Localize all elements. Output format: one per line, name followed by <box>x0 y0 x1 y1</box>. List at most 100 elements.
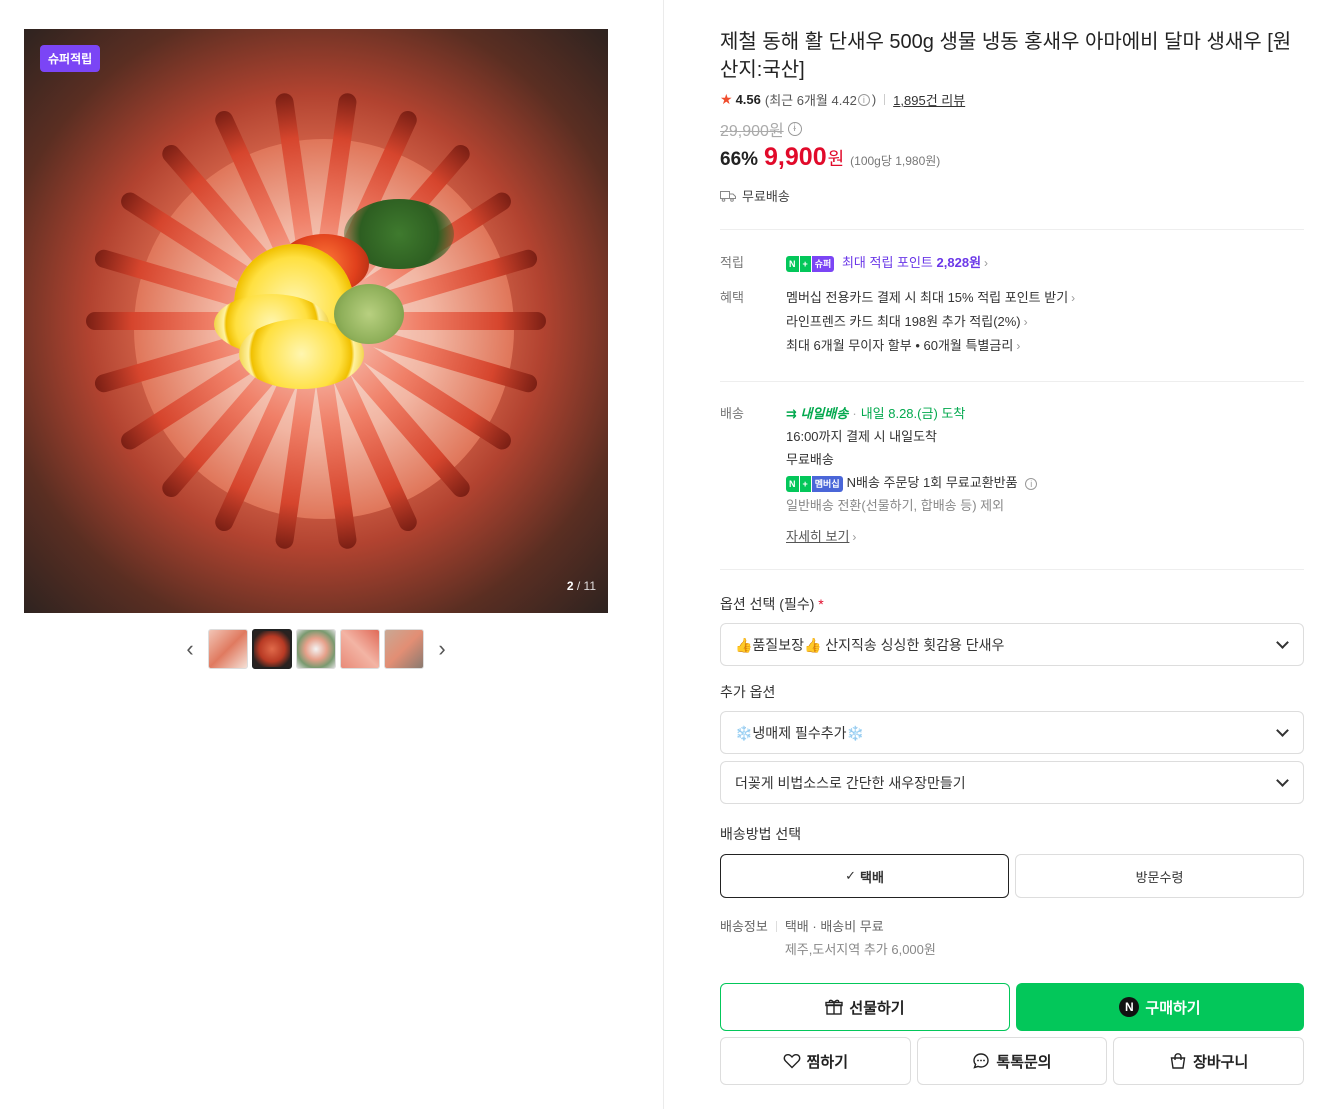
additional-option-value: ❄️냉매제 필수추가❄️ <box>735 724 864 741</box>
chevron-left-icon[interactable]: ‹ <box>176 629 204 669</box>
benefit-item[interactable]: 멤버십 전용카드 결제 시 최대 15% 적립 포인트 받기 › <box>786 286 1075 310</box>
shipping-info-label: 배송정보 <box>720 919 768 934</box>
thumbnail[interactable] <box>296 629 336 669</box>
truck-icon <box>720 190 736 202</box>
original-price: 29,900원 i <box>720 117 1304 141</box>
delivery-cutoff: 16:00까지 결제 시 내일도착 <box>786 429 938 444</box>
additional-option-label: 추가 옵션 <box>720 684 776 700</box>
unit-price: (100g당 1,980원) <box>850 154 941 168</box>
free-shipping-text: 무료배송 <box>742 189 790 204</box>
required-option-label: 옵션 선택 (필수) * <box>720 596 824 612</box>
benefit-item[interactable]: 최대 6개월 무이자 할부 • 60개월 특별금리 › <box>786 334 1075 358</box>
original-price-value: 29,900원 <box>720 123 784 140</box>
info-icon[interactable]: i <box>1025 478 1038 490</box>
required-option-select[interactable]: 👍품질보장👍 산지직송 싱싱한 횟감용 단새우 <box>720 623 1304 666</box>
shipping-method-label: 배송방법 선택 <box>720 826 802 842</box>
product-title: 제철 동해 활 단새우 500g 생물 냉동 홍새우 아마에비 달마 생새우 [… <box>720 31 1292 81</box>
column-divider <box>663 0 664 1109</box>
wishlist-button[interactable]: 찜하기 <box>720 1037 911 1085</box>
delivery-free: 무료배송 <box>786 452 834 467</box>
main-product-image[interactable]: 슈퍼적립 2 / 11 <box>24 29 608 613</box>
required-option-value: 👍품질보장👍 산지직송 싱싱한 횟감용 단새우 <box>735 636 1005 653</box>
chat-bubble-icon <box>973 1053 990 1069</box>
talk-inquiry-button[interactable]: 톡톡문의 <box>916 1037 1108 1085</box>
tomorrow-delivery-badge: ⇉ 내일배송 <box>786 406 849 421</box>
shipping-info: 배송정보 택배 · 배송비 무료 제주,도서지역 추가 6,000원 <box>720 915 1304 961</box>
chevron-down-icon <box>1276 723 1289 737</box>
chevron-right-icon: › <box>1071 291 1076 305</box>
chevron-right-icon: › <box>1016 339 1021 353</box>
free-shipping: 무료배송 <box>720 186 1304 205</box>
gift-button[interactable]: 선물하기 <box>720 983 1010 1031</box>
thumbnail[interactable] <box>208 629 248 669</box>
delivery-body: ⇉ 내일배송 · 내일 8.28.(금) 도착 16:00까지 결제 시 내일도착 … <box>786 402 1038 549</box>
sale-price: 9,900 <box>764 143 827 171</box>
additional-option-select-2[interactable]: 더꽂게 비법소스로 간단한 새우장만들기 <box>720 761 1304 804</box>
benefits-body: 멤버십 전용카드 결제 시 최대 15% 적립 포인트 받기 › 라인프렌즈 카드… <box>786 286 1075 358</box>
naver-plus-super-badge: N + 슈퍼 <box>786 255 835 272</box>
benefits-row: 혜택 멤버십 전용카드 결제 시 최대 15% 적립 포인트 받기 › 라인프렌즈… <box>720 286 1304 358</box>
recent-rating-close: ) <box>871 92 877 107</box>
discount-rate: 66% <box>720 149 759 170</box>
price-unit: 원 <box>827 149 845 169</box>
arrival-date: 내일 8.28.(금) 도착 <box>860 406 966 421</box>
naver-n-icon: N <box>1119 997 1140 1017</box>
image-counter: 2 / 11 <box>566 579 596 593</box>
chevron-right-icon: › <box>852 530 857 544</box>
shipping-info-body: 택배 · 배송비 무료 제주,도서지역 추가 6,000원 <box>785 915 936 961</box>
points-row: 적립 N + 슈퍼 최대 적립 포인트 2,828원 › <box>720 251 1304 275</box>
additional-option-select-1[interactable]: ❄️냉매제 필수추가❄️ <box>720 711 1304 754</box>
primary-actions: 선물하기 N 구매하기 <box>720 983 1304 1031</box>
pickup-button[interactable]: 방문수령 <box>1015 854 1304 898</box>
thumbnail-strip: ‹ › <box>24 629 608 669</box>
chevron-right-icon[interactable]: › <box>428 629 456 669</box>
chevron-down-icon <box>1276 635 1289 649</box>
points-body[interactable]: N + 슈퍼 최대 적립 포인트 2,828원 › <box>786 251 988 275</box>
rating-row: ★ 4.56 (최근 6개월 4.42 i ) 1,895건 리뷰 <box>720 90 1304 109</box>
secondary-actions: 찜하기 톡톡문의 장바구니 <box>720 1037 1305 1085</box>
review-count-link[interactable]: 1,895건 리뷰 <box>893 90 965 109</box>
recent-rating: (최근 6개월 4.42 <box>764 93 857 108</box>
details-link[interactable]: 자세히 보기 <box>786 529 849 544</box>
divider <box>775 921 777 932</box>
courier-button[interactable]: ✓ 택배 <box>720 854 1009 898</box>
details-link-wrap: 자세히 보기 › <box>786 525 1037 549</box>
chevron-right-icon: › <box>1023 315 1028 329</box>
rating-value: 4.56 <box>735 92 761 107</box>
product-info-panel: 제철 동해 활 단새우 500g 생물 냉동 홍새우 아마에비 달마 생새우 [… <box>720 28 1305 1085</box>
divider <box>720 569 1304 570</box>
benefits-label: 혜택 <box>720 290 744 305</box>
shipping-method-buttons: ✓ 택배 방문수령 <box>720 854 1304 898</box>
gift-icon <box>825 999 844 1015</box>
divider <box>884 94 886 105</box>
shopping-bag-icon <box>1170 1053 1186 1069</box>
product-gallery: 슈퍼적립 2 / 11 ‹ › <box>24 29 608 669</box>
info-icon[interactable]: i <box>787 122 802 136</box>
super-points-badge: 슈퍼적립 <box>40 45 101 72</box>
shipping-info-extra: 제주,도서지역 추가 6,000원 <box>784 942 936 957</box>
wasabi <box>334 284 404 344</box>
buy-button[interactable]: N 구매하기 <box>1016 983 1304 1031</box>
thumbnail[interactable] <box>384 629 424 669</box>
divider <box>720 229 1304 230</box>
price-row: 66% 9,900 원 (100g당 1,980원) <box>720 143 1304 172</box>
heart-icon <box>783 1053 801 1069</box>
delivery-exclusion: 일반배송 전환(선물하기, 합배송 등) 제외 <box>786 498 1005 513</box>
points-label: 적립 <box>720 255 744 270</box>
thumbnail-active[interactable] <box>252 629 292 669</box>
additional-option-value: 더꽂게 비법소스로 간단한 새우장만들기 <box>735 774 966 791</box>
check-icon: ✓ <box>845 868 856 883</box>
naver-plus-membership-badge: N + 멤버십 <box>786 475 843 492</box>
divider <box>720 381 1304 382</box>
exchange-info: N + 멤버십 N배송 주문당 1회 무료교환반품 i <box>786 471 1038 494</box>
chevron-down-icon <box>1276 773 1289 787</box>
points-text: 최대 적립 포인트 <box>841 255 933 270</box>
cart-button[interactable]: 장바구니 <box>1113 1037 1305 1085</box>
delivery-label: 배송 <box>720 406 744 421</box>
star-icon: ★ <box>720 91 733 107</box>
thumbnail[interactable] <box>340 629 380 669</box>
chevron-right-icon: › <box>984 256 989 270</box>
benefit-item[interactable]: 라인프렌즈 카드 최대 198원 추가 적립(2%) › <box>786 310 1075 334</box>
points-value: 2,828원 <box>936 255 982 270</box>
info-icon[interactable]: i <box>857 93 870 106</box>
